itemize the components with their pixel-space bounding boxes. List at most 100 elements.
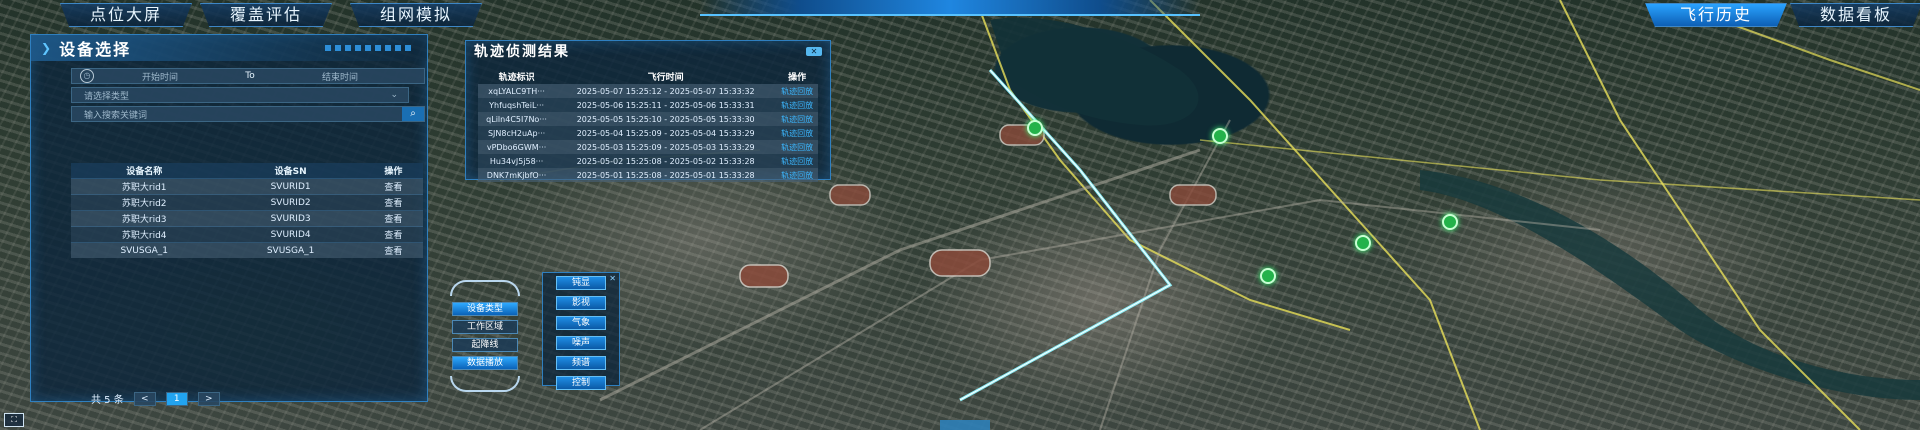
sports-field — [1169, 184, 1217, 206]
table-row[interactable]: Hu34vJ5j58··· 2025-05-02 15:25:08 - 2025-… — [478, 154, 818, 168]
track-id: Hu34vJ5j58··· — [478, 154, 556, 168]
end-time-input[interactable]: 结束时间 — [280, 70, 400, 83]
view-link[interactable]: 查看 — [363, 242, 423, 258]
flight-time: 2025-05-04 15:25:09 - 2025-05-04 15:33:2… — [555, 126, 777, 140]
replay-link[interactable]: 轨迹回放 — [776, 126, 818, 140]
track-id: YhfuqshTeiL··· — [478, 98, 556, 112]
date-range-picker[interactable]: ◷ 开始时间 To 结束时间 — [71, 68, 425, 84]
view-link[interactable]: 查看 — [363, 178, 423, 195]
layer-button-device-type[interactable]: 设备类型 — [452, 302, 518, 316]
track-table: 轨迹标识 飞行时间 操作 xqLYALC9TH··· 2025-05-07 15:… — [478, 68, 818, 182]
street-line — [599, 148, 1201, 402]
layer-button-data-playback[interactable]: 数据播放 — [452, 356, 518, 370]
ctrl-button[interactable]: 控制 — [556, 376, 606, 390]
device-selection-panel: ❯ 设备选择 ◷ 开始时间 To 结束时间 请选择类型 ⌄ 输入搜索关键词 ⌕ … — [30, 34, 428, 406]
street-line — [1099, 119, 1231, 430]
track-id: xqLYALC9TH··· — [478, 84, 556, 98]
ctrl-button[interactable]: 噪声 — [556, 336, 606, 350]
chevron-right-icon: ❯ — [41, 41, 52, 55]
flight-time: 2025-05-07 15:25:12 - 2025-05-07 15:33:3… — [555, 84, 777, 98]
search-input[interactable]: 输入搜索关键词 ⌕ — [71, 106, 425, 122]
table-row[interactable]: SJN8cH2uAp··· 2025-05-04 15:25:09 - 2025-… — [478, 126, 818, 140]
flight-time: 2025-05-02 15:25:08 - 2025-05-02 15:33:2… — [555, 154, 777, 168]
map-pin-icon[interactable] — [1027, 120, 1043, 136]
table-row[interactable]: qLiln4C5I7No··· 2025-05-05 15:25:10 - 202… — [478, 112, 818, 126]
ctrl-button[interactable]: 钝显 — [556, 276, 606, 290]
device-name: 苏职大rid2 — [71, 194, 218, 211]
replay-link[interactable]: 轨迹回放 — [776, 140, 818, 154]
type-select-value: 请选择类型 — [84, 91, 130, 102]
decorative-arc — [450, 280, 520, 296]
panel-header: ❯ 设备选择 — [31, 35, 427, 61]
ctrl-button[interactable]: 频谱 — [556, 356, 606, 370]
nav-tab-network-sim[interactable]: 组网模拟 — [350, 3, 482, 27]
road-line — [1719, 19, 1920, 91]
nav-tab-flight-history[interactable]: 飞行历史 — [1645, 3, 1787, 27]
map-pin-icon[interactable] — [1260, 268, 1276, 284]
track-id: qLiln4C5I7No··· — [478, 112, 556, 126]
total-count: 共 5 条 — [91, 395, 124, 406]
ctrl-button[interactable]: 影视 — [556, 296, 606, 310]
decorative-arc — [450, 376, 520, 392]
panel-title: 设备选择 — [59, 40, 132, 59]
road-line — [1559, 0, 1861, 430]
road-line — [1199, 139, 1920, 201]
ctrl-button[interactable]: 气象 — [556, 316, 606, 330]
nav-tab-data-board[interactable]: 数据看板 — [1790, 3, 1920, 27]
device-name: SVUSGA_1 — [71, 242, 218, 258]
map-pin-icon[interactable] — [1212, 128, 1228, 144]
device-name: 苏职大rid3 — [71, 210, 218, 227]
panel-title: 轨迹侦测结果 — [474, 44, 570, 60]
map-pin-icon[interactable] — [1442, 214, 1458, 230]
track-result-panel: 轨迹侦测结果 ✕ 轨迹标识 飞行时间 操作 xqLYALC9TH··· 2025-… — [465, 40, 831, 182]
table-row: 苏职大rid4 SVURID4 查看 — [71, 226, 423, 243]
layer-button-work-area[interactable]: 工作区域 — [452, 320, 518, 334]
header-decoration — [325, 45, 415, 51]
replay-link[interactable]: 轨迹回放 — [776, 154, 818, 168]
device-table: 设备名称 设备SN 操作 苏职大rid1 SVURID1 查看 苏职大rid2 SVU… — [71, 163, 423, 258]
replay-link[interactable]: 轨迹回放 — [776, 112, 818, 126]
replay-link[interactable]: 轨迹回放 — [776, 84, 818, 98]
view-link[interactable]: 查看 — [363, 226, 423, 243]
replay-link[interactable]: 轨迹回放 — [776, 168, 818, 182]
table-row[interactable]: xqLYALC9TH··· 2025-05-07 15:25:12 - 2025-… — [478, 84, 818, 98]
table-row: 苏职大rid1 SVURID1 查看 — [71, 178, 423, 195]
track-id: vPDbo6GWM··· — [478, 140, 556, 154]
view-link[interactable]: 查看 — [363, 210, 423, 227]
type-select[interactable]: 请选择类型 ⌄ — [71, 87, 409, 103]
nav-tab-point-screen[interactable]: 点位大屏 — [60, 3, 192, 27]
table-row: 苏职大rid2 SVURID2 查看 — [71, 194, 423, 211]
table-row[interactable]: DNK7mKjbfO··· 2025-05-01 15:25:08 - 2025-… — [478, 168, 818, 182]
device-sn: SVUSGA_1 — [217, 242, 364, 258]
lake-shape — [990, 17, 1199, 126]
replay-link[interactable]: 轨迹回放 — [776, 98, 818, 112]
page-number-button[interactable]: 1 — [165, 391, 188, 406]
pagination: 共 5 条 < 1 > — [91, 391, 220, 406]
start-time-input[interactable]: 开始时间 — [100, 70, 220, 83]
device-sn: SVURID4 — [217, 226, 364, 243]
device-sn: SVURID2 — [217, 194, 364, 211]
column-header: 设备SN — [217, 163, 364, 179]
device-name: 苏职大rid1 — [71, 178, 218, 195]
close-icon[interactable]: ✕ — [609, 274, 616, 283]
table-row[interactable]: vPDbo6GWM··· 2025-05-03 15:25:09 - 2025-0… — [478, 140, 818, 154]
column-header: 设备名称 — [71, 163, 218, 179]
next-page-button[interactable]: > — [197, 391, 220, 406]
flight-time: 2025-05-05 15:25:10 - 2025-05-05 15:33:3… — [555, 112, 777, 126]
flight-time: 2025-05-03 15:25:09 - 2025-05-03 15:33:2… — [555, 140, 777, 154]
search-icon[interactable]: ⌕ — [402, 107, 424, 121]
table-row[interactable]: YhfuqshTeiL··· 2025-05-06 15:25:11 - 2025… — [478, 98, 818, 112]
fullscreen-icon[interactable]: ⛶ — [4, 413, 24, 427]
prev-page-button[interactable]: < — [133, 391, 156, 406]
river-shape — [1420, 170, 1920, 400]
nav-tab-coverage[interactable]: 覆盖评估 — [200, 3, 332, 27]
layer-button-takeoff-line[interactable]: 起降线 — [452, 338, 518, 352]
device-name: 苏职大rid4 — [71, 226, 218, 243]
close-icon[interactable]: ✕ — [806, 46, 822, 56]
map-pin-icon[interactable] — [1355, 235, 1371, 251]
search-placeholder: 输入搜索关键词 — [84, 110, 148, 121]
title-banner — [700, 0, 1200, 16]
column-header: 轨迹标识 — [498, 72, 535, 83]
control-panel: ✕ 钝显 影视 气象 噪声 频谱 控制 — [542, 272, 620, 390]
view-link[interactable]: 查看 — [363, 194, 423, 211]
